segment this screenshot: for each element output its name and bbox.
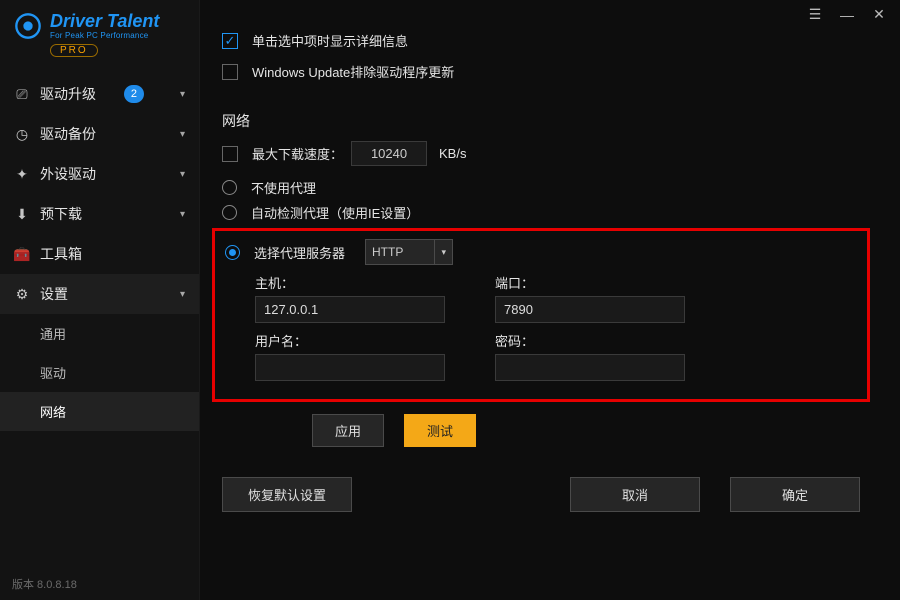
proxy-highlight-box: 选择代理服务器 HTTP ▾ 主机： 端口： [212, 228, 870, 402]
label-port: 端口： [495, 273, 685, 292]
main-panel: ☰ — ✕ 单击选中项时显示详细信息 Windows Update排除驱动程序更… [200, 0, 900, 600]
checkbox-exclude-wu[interactable] [222, 64, 238, 80]
label-max-speed: 最大下载速度： [252, 144, 343, 163]
pro-badge: PRO [50, 44, 98, 57]
sidebar-item-label: 预下载 [40, 204, 82, 224]
label-auto-proxy: 自动检测代理（使用IE设置） [251, 203, 419, 222]
chevron-down-icon: ▾ [434, 240, 446, 264]
input-host[interactable] [255, 296, 445, 323]
sidebar-item-label: 设置 [40, 284, 68, 304]
monitor-icon: ⎚ [14, 86, 30, 102]
gear-icon: ⚙ [14, 286, 30, 302]
input-max-speed[interactable] [351, 141, 427, 166]
toolbox-icon: 🧰 [14, 246, 30, 262]
sidebar-sub-driver[interactable]: 驱动 [0, 353, 199, 392]
sidebar-sub-general[interactable]: 通用 [0, 314, 199, 353]
radio-no-proxy[interactable] [222, 180, 237, 195]
download-icon: ⬇ [14, 206, 30, 222]
label-show-detail: 单击选中项时显示详细信息 [252, 31, 408, 50]
nav-list: ⎚ 驱动升级 2 ▾ ◷ 驱动备份 ▾ ✦ 外设驱动 ▾ ⬇ 预下载 ▾ 🧰 [0, 74, 199, 431]
input-port[interactable] [495, 296, 685, 323]
restore-defaults-button[interactable]: 恢复默认设置 [222, 477, 352, 512]
sidebar-item-settings[interactable]: ⚙ 设置 ▾ [0, 274, 199, 314]
sidebar-item-backup[interactable]: ◷ 驱动备份 ▾ [0, 114, 199, 154]
chevron-down-icon: ▾ [180, 169, 185, 180]
label-username: 用户名： [255, 331, 445, 350]
ok-button[interactable]: 确定 [730, 477, 860, 512]
section-title-network: 网络 [222, 111, 860, 131]
select-proxy-type-value: HTTP [372, 245, 403, 259]
version-label: 版本 8.0.8.18 [0, 568, 199, 600]
apply-button[interactable]: 应用 [312, 414, 384, 447]
logo-area: Driver Talent For Peak PC Performance PR… [0, 0, 199, 68]
sidebar-item-label: 驱动备份 [40, 124, 96, 144]
cancel-button[interactable]: 取消 [570, 477, 700, 512]
minimize-icon[interactable]: — [838, 7, 856, 23]
radio-choose-proxy[interactable] [225, 245, 240, 260]
test-button[interactable]: 测试 [404, 414, 476, 447]
input-username[interactable] [255, 354, 445, 381]
label-host: 主机： [255, 273, 445, 292]
checkbox-max-speed[interactable] [222, 146, 238, 162]
chevron-down-icon: ▾ [180, 209, 185, 220]
sidebar-sub-network[interactable]: 网络 [0, 392, 199, 431]
badge-count: 2 [124, 85, 144, 103]
label-unit: KB/s [439, 146, 466, 161]
sidebar-item-label: 驱动升级 [40, 84, 96, 104]
settings-content: 单击选中项时显示详细信息 Windows Update排除驱动程序更新 网络 最… [200, 23, 900, 532]
sidebar-item-label: 工具箱 [40, 244, 82, 264]
select-proxy-type[interactable]: HTTP ▾ [365, 239, 453, 265]
chevron-down-icon: ▾ [180, 89, 185, 100]
radio-auto-proxy[interactable] [222, 205, 237, 220]
input-password[interactable] [495, 354, 685, 381]
sidebar-item-toolbox[interactable]: 🧰 工具箱 [0, 234, 199, 274]
sidebar-item-label: 外设驱动 [40, 164, 96, 184]
sidebar-item-upgrade[interactable]: ⎚ 驱动升级 2 ▾ [0, 74, 199, 114]
sidebar: Driver Talent For Peak PC Performance PR… [0, 0, 200, 600]
sidebar-item-peripheral[interactable]: ✦ 外设驱动 ▾ [0, 154, 199, 194]
chevron-down-icon: ▾ [180, 289, 185, 300]
brand-title: Driver Talent [50, 12, 159, 30]
titlebar: ☰ — ✕ [200, 0, 900, 23]
label-exclude-wu: Windows Update排除驱动程序更新 [252, 62, 454, 81]
clock-icon: ◷ [14, 126, 30, 142]
label-choose-proxy: 选择代理服务器 [254, 243, 345, 262]
checkbox-show-detail[interactable] [222, 33, 238, 49]
sidebar-item-predownload[interactable]: ⬇ 预下载 ▾ [0, 194, 199, 234]
label-password: 密码： [495, 331, 685, 350]
usb-icon: ✦ [14, 166, 30, 182]
close-icon[interactable]: ✕ [870, 6, 888, 23]
chevron-down-icon: ▾ [180, 129, 185, 140]
brand-sub: For Peak PC Performance [50, 31, 159, 40]
gear-logo-icon [14, 12, 42, 40]
label-no-proxy: 不使用代理 [251, 178, 316, 197]
menu-icon[interactable]: ☰ [806, 6, 824, 23]
